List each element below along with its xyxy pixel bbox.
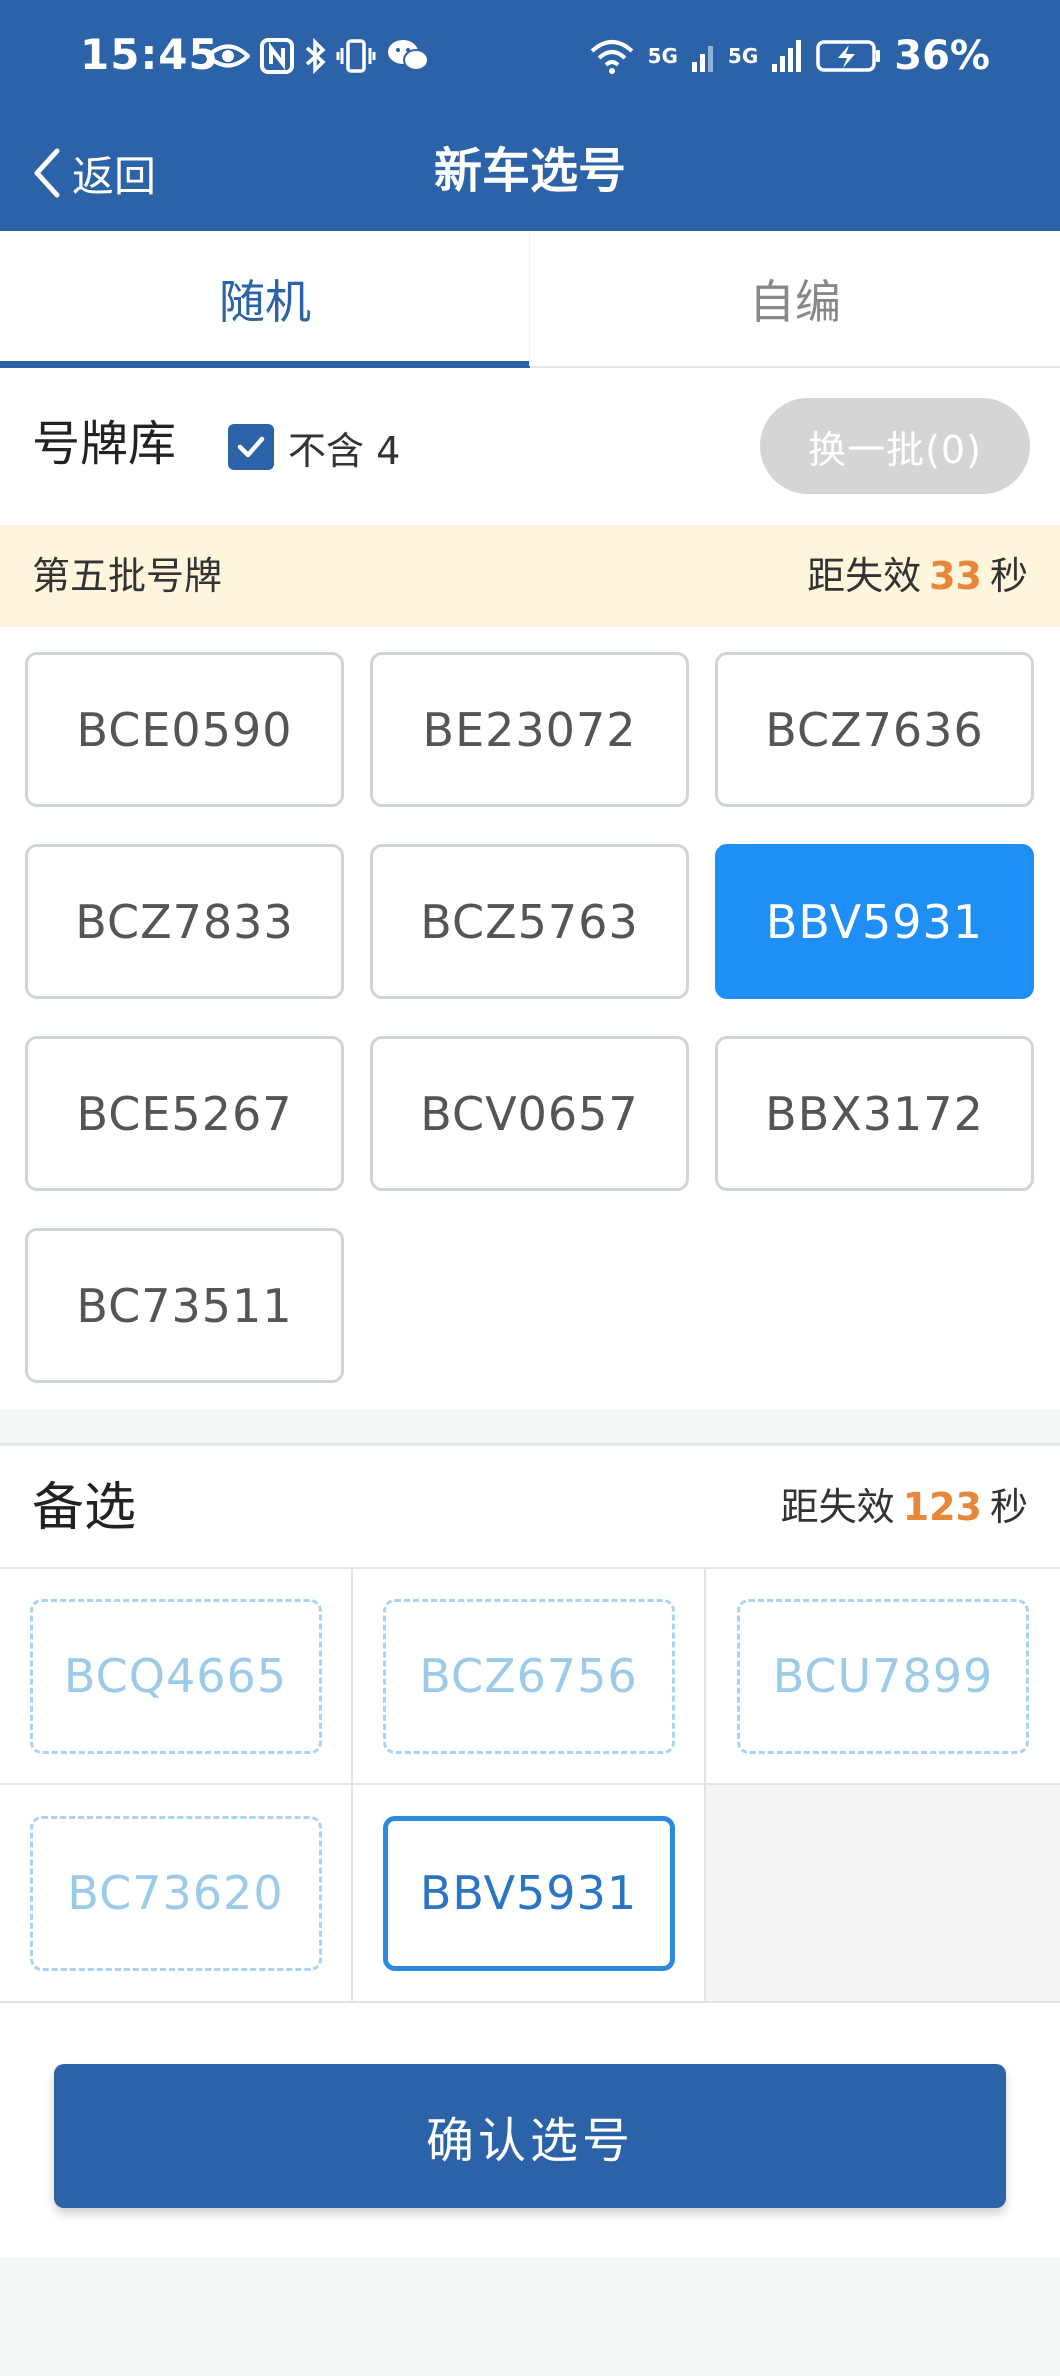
alternate-cell-empty <box>706 1785 1060 2001</box>
plate-option[interactable]: BBX3172 <box>715 1036 1034 1191</box>
eye-icon <box>206 44 250 68</box>
checkbox-checked-icon[interactable] <box>228 424 274 470</box>
confirm-selection-button[interactable]: 确认选号 <box>54 2064 1006 2208</box>
alternate-cell: BCU7899 <box>706 1569 1060 1785</box>
battery-percent: 36% <box>894 33 990 79</box>
app-header: 15:45 5G 5G 36% 返回 新车选号 <box>0 0 1060 231</box>
plate-option[interactable]: BCE0590 <box>25 652 344 807</box>
exclude-four-label: 不含 4 <box>288 428 401 473</box>
signal-icon <box>772 40 802 72</box>
batch-countdown: 距失效 33 秒 <box>807 525 1028 627</box>
plate-option[interactable]: BCZ7636 <box>715 652 1034 807</box>
alternates-header: 备选 距失效 123 秒 <box>0 1447 1060 1567</box>
exclude-four-checkbox[interactable]: 不含 4 <box>228 424 400 473</box>
page-title: 新车选号 <box>433 143 626 199</box>
alternate-cell: BCQ4665 <box>0 1569 353 1785</box>
alternate-plate[interactable]: BCU7899 <box>737 1598 1029 1754</box>
alternates-title: 备选 <box>32 1478 137 1538</box>
plate-option[interactable]: BCZ5763 <box>370 844 689 999</box>
network-type-1: 5G <box>647 44 678 68</box>
alternates-grid: BCQ4665 BCZ6756 BCU7899 BC73620 BBV5931 <box>0 1567 1060 2003</box>
alternate-cell: BCZ6756 <box>353 1569 706 1785</box>
plate-option[interactable]: BC73511 <box>25 1228 344 1383</box>
plate-option-selected[interactable]: BBV5931 <box>715 844 1034 999</box>
plate-grid: BCE0590 BE23072 BCZ7636 BCZ7833 BCZ5763 … <box>0 627 1060 1409</box>
wifi-icon <box>590 40 633 74</box>
tab-custom[interactable]: 自编 <box>530 231 1060 366</box>
plate-option[interactable]: BCZ7833 <box>25 844 344 999</box>
countdown-prefix: 距失效 <box>780 1485 895 1529</box>
alternates-countdown: 距失效 123 秒 <box>781 1447 1028 1567</box>
batch-bar: 第五批号牌 距失效 33 秒 <box>0 525 1060 627</box>
nav-bar: 返回 新车选号 <box>0 118 1060 231</box>
alternate-plate[interactable]: BCQ4665 <box>29 1598 322 1754</box>
alternate-plate[interactable]: BCZ6756 <box>382 1598 675 1754</box>
status-time: 15:45 <box>80 30 219 79</box>
alternate-cell: BC73620 <box>0 1785 353 2001</box>
countdown-unit: 秒 <box>989 1485 1028 1529</box>
signal-icon <box>691 46 713 72</box>
status-icons-left <box>206 32 430 80</box>
vibrate-icon <box>336 39 376 73</box>
plate-option[interactable]: BE23072 <box>370 652 689 807</box>
alternate-plate-chosen[interactable]: BBV5931 <box>382 1815 675 1971</box>
tab-random[interactable]: 随机 <box>0 231 530 368</box>
library-title: 号牌库 <box>32 416 177 472</box>
nfc-icon <box>260 38 294 74</box>
alternate-cell: BBV5931 <box>353 1785 706 2001</box>
tab-bar: 随机 自编 <box>0 231 1060 368</box>
section-divider <box>0 1409 1060 1445</box>
countdown-prefix: 距失效 <box>807 554 922 598</box>
status-icons-right: 5G 5G 36% <box>588 32 990 80</box>
countdown-value: 123 <box>902 1485 982 1529</box>
page-bottom-spacer <box>0 2257 1060 2376</box>
wechat-icon <box>388 40 429 71</box>
countdown-unit: 秒 <box>989 554 1028 598</box>
network-type-2: 5G <box>727 44 759 68</box>
bluetooth-icon <box>305 38 326 74</box>
bottom-action-area: 确认选号 <box>0 2003 1060 2257</box>
batch-name: 第五批号牌 <box>32 554 223 598</box>
plate-library-header: 号牌库 不含 4 换一批(0) <box>0 368 1060 525</box>
alternate-plate[interactable]: BC73620 <box>29 1815 322 1971</box>
tab-divider <box>529 231 530 366</box>
refresh-batch-button[interactable]: 换一批(0) <box>760 398 1030 494</box>
battery-charging-icon <box>816 40 881 72</box>
plate-option[interactable]: BCV0657 <box>370 1036 689 1191</box>
plate-option[interactable]: BCE5267 <box>25 1036 344 1191</box>
countdown-value: 33 <box>929 554 982 598</box>
status-bar: 15:45 5G 5G 36% <box>0 0 1060 118</box>
